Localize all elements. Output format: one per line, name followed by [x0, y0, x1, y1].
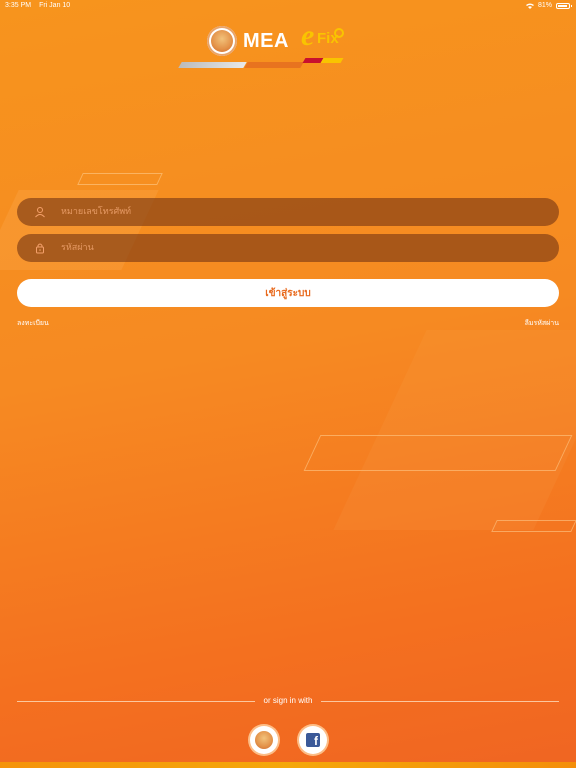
decorative-glow: [333, 330, 576, 530]
mea-login-button[interactable]: [250, 726, 278, 754]
logo-bar: [178, 62, 247, 68]
bottom-accent-bar: [0, 762, 576, 768]
forgot-password-link[interactable]: ลืมรหัสผ่าน: [525, 318, 559, 329]
phone-input[interactable]: [61, 198, 541, 226]
logo-brand-text: MEA: [243, 30, 289, 52]
lock-icon: [36, 243, 44, 254]
mea-seal-icon: [207, 26, 237, 56]
decorative-parallelogram: [77, 173, 163, 185]
logo-brand-e: e: [301, 19, 315, 52]
user-icon: [35, 207, 45, 218]
wifi-icon: [525, 3, 534, 9]
status-time: 3:35 PM: [5, 2, 32, 9]
status-date: Fri Jan 10: [39, 2, 71, 9]
phone-field[interactable]: [17, 198, 559, 226]
logo-bar: [320, 58, 344, 63]
status-bar: 3:35 PM Fri Jan 10 81%: [0, 0, 576, 12]
facebook-icon: f: [306, 733, 320, 748]
password-field[interactable]: [17, 234, 559, 262]
password-input[interactable]: [61, 234, 541, 262]
mea-icon: [255, 731, 273, 749]
battery-percent: 81%: [537, 2, 552, 9]
app-logo: MEA e Fix: [178, 19, 350, 70]
logo-bar: [244, 62, 304, 68]
register-link[interactable]: ลงทะเบียน: [17, 318, 49, 329]
battery-icon: [556, 2, 572, 9]
or-sign-in-text: or sign in with: [263, 696, 313, 705]
facebook-login-button[interactable]: f: [299, 726, 327, 754]
login-button[interactable]: เข้าสู่ระบบ: [17, 279, 559, 307]
or-sign-in-label: or sign in with: [0, 696, 576, 705]
gear-icon: [334, 28, 344, 38]
